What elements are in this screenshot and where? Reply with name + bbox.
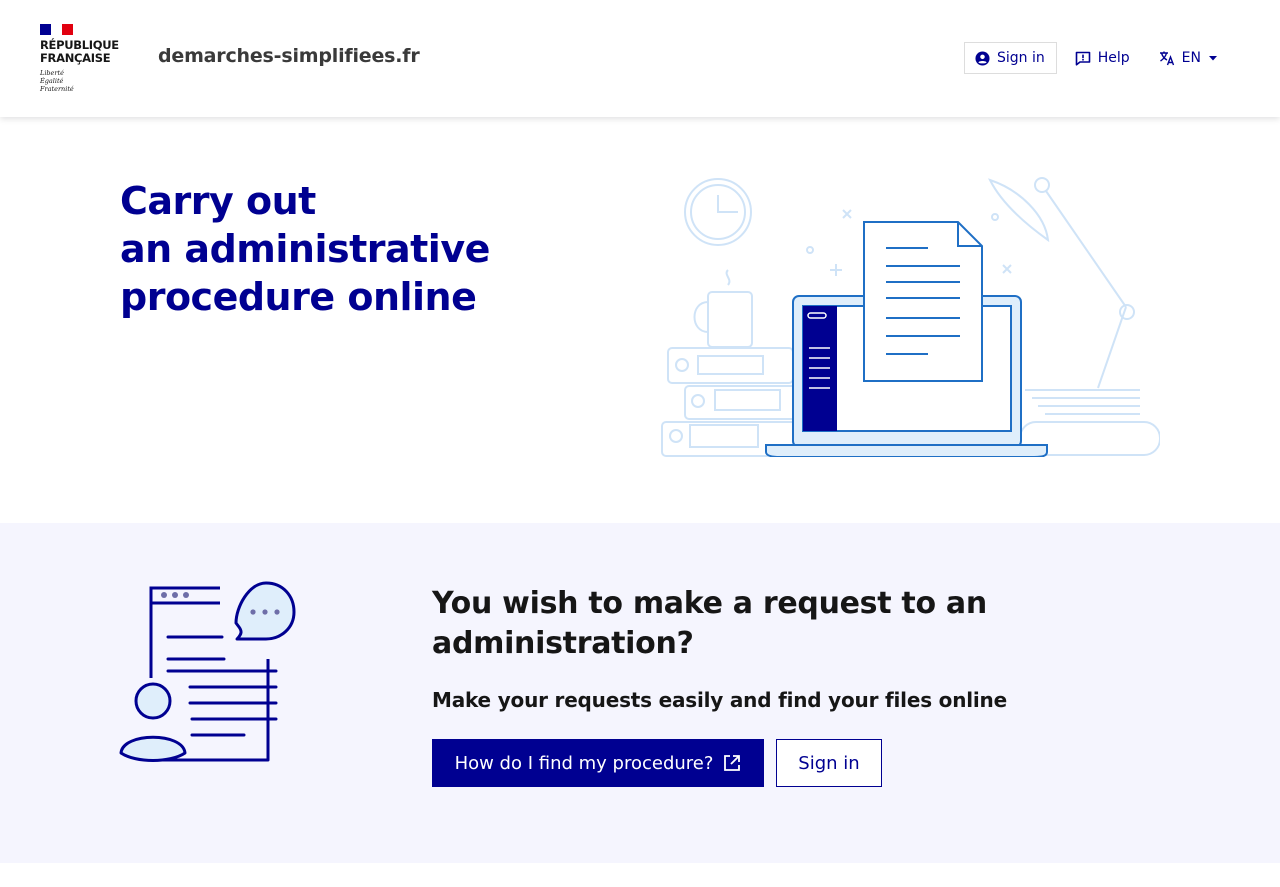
caret-down-icon (1209, 55, 1217, 60)
header-tools: Sign in Help EN (964, 42, 1228, 74)
site-header: RÉPUBLIQUE FRANÇAISE Liberté Égalité Fra… (0, 0, 1280, 117)
translate-icon (1159, 51, 1174, 66)
laptop-desk-illustration (661, 177, 1160, 457)
request-section: You wish to make a request to an adminis… (0, 523, 1280, 863)
sign-in-label: Sign in (997, 50, 1045, 66)
external-link-icon (724, 755, 741, 771)
hero-section: Carry out an administrative procedure on… (0, 117, 1280, 523)
site-name-link[interactable]: demarches-simplifiees.fr (158, 45, 420, 67)
logo-motto: Liberté Égalité Fraternité (40, 69, 74, 93)
find-procedure-button[interactable]: How do I find my procedure? (432, 739, 764, 787)
logo-text: RÉPUBLIQUE FRANÇAISE (40, 38, 119, 65)
request-subtitle: Make your requests easily and find your … (432, 688, 1007, 712)
form-chat-illustration (119, 581, 296, 762)
republique-francaise-logo[interactable]: RÉPUBLIQUE FRANÇAISE Liberté Égalité Fra… (40, 24, 130, 94)
find-procedure-label: How do I find my procedure? (454, 752, 714, 774)
french-flag-icon (40, 24, 73, 35)
sign-in-button[interactable]: Sign in (964, 42, 1057, 74)
request-title: You wish to make a request to an adminis… (432, 586, 987, 661)
help-label: Help (1097, 50, 1130, 66)
sign-in-secondary-button[interactable]: Sign in (776, 739, 882, 787)
language-selector[interactable]: EN (1148, 42, 1228, 74)
question-chat-icon (1075, 51, 1091, 66)
hero-title: Carry out an administrative procedure on… (120, 179, 490, 319)
language-label: EN (1181, 50, 1201, 66)
help-button[interactable]: Help (1064, 42, 1141, 74)
account-circle-icon (975, 50, 990, 66)
